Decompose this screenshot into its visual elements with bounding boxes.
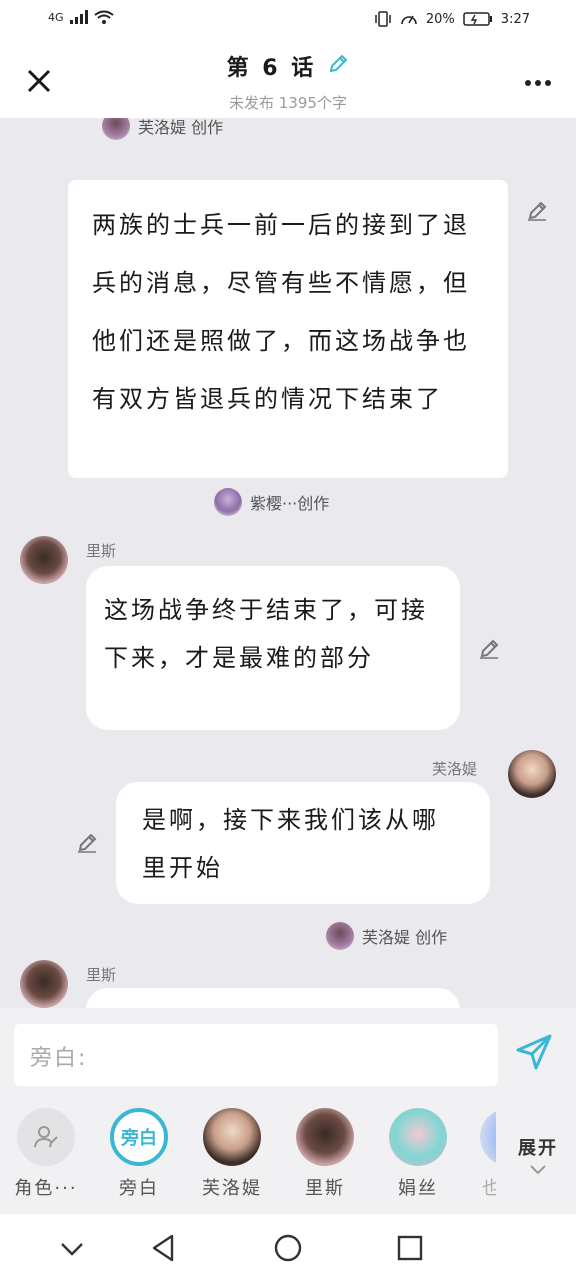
message-bubble[interactable] — [86, 988, 460, 1008]
credit-line: 紫樱···创作 — [214, 488, 329, 516]
more-button[interactable] — [524, 68, 552, 93]
home-circle-icon — [274, 1234, 302, 1262]
avatar — [214, 488, 242, 516]
edit-title-button[interactable] — [327, 53, 349, 79]
vibrate-icon — [375, 11, 391, 27]
status-right: 20% 3:27 — [374, 11, 530, 27]
credit-text: 紫樱···创作 — [250, 494, 330, 513]
recents-square-icon — [397, 1235, 423, 1261]
role-selector: 角色··· 旁白 旁白 芙洛媞 里斯 娟丝 也 — [0, 1104, 500, 1214]
signal-icon — [69, 10, 88, 24]
title-area: 第 6 话 — [0, 50, 576, 82]
pencil-icon — [78, 833, 97, 853]
nav-recents-button[interactable] — [394, 1232, 426, 1264]
sender-name: 芙洛媞 — [432, 760, 478, 778]
credit-text: 芙洛媞 创作 — [138, 118, 224, 137]
battery-percent: 20% — [425, 11, 455, 27]
send-icon — [516, 1034, 552, 1070]
message-text: 这场战争终于结束了，可接下来，才是最难的部分 — [104, 596, 428, 672]
edit-message-button[interactable] — [76, 832, 98, 858]
clock: 3:27 — [500, 11, 530, 27]
role-avatar — [480, 1108, 496, 1166]
message-bubble[interactable]: 这场战争终于结束了，可接下来，才是最难的部分 — [86, 566, 460, 730]
message-text: 是啊，接下来我们该从哪里开始 — [142, 806, 439, 882]
network-type: 4G — [48, 10, 64, 24]
role-label: 角色··· — [14, 1178, 78, 1199]
chat-area[interactable]: 芙洛媞 创作 两族的士兵一前一后的接到了退兵的消息，尽管有些不情愿，但他们还是照… — [0, 118, 576, 1008]
nav-home-button[interactable] — [272, 1232, 304, 1264]
role-label: 娟丝 — [398, 1178, 438, 1199]
expand-label: 展开 — [518, 1138, 558, 1159]
narration-badge: 旁白 — [121, 1128, 157, 1149]
chapter-subtitle: 未发布 1395个字 — [229, 94, 347, 112]
speed-icon — [401, 15, 417, 25]
role-label: 里斯 — [305, 1178, 345, 1199]
composer: 旁白: 角色··· 旁白 旁白 芙洛媞 里斯 娟丝 也 展开 — [0, 1008, 576, 1214]
add-role-icon — [34, 1126, 58, 1148]
credit-text: 芙洛媞 创作 — [362, 928, 448, 947]
nav-hide-button[interactable] — [56, 1232, 88, 1264]
role-item-narration[interactable]: 旁白 旁白 — [101, 1104, 177, 1200]
avatar-lisi[interactable] — [20, 960, 68, 1008]
role-avatar — [203, 1108, 261, 1166]
message-input[interactable]: 旁白: — [14, 1024, 498, 1086]
role-avatar: 旁白 — [110, 1108, 168, 1166]
avatar-lisi[interactable] — [20, 536, 68, 584]
role-label: 旁白 — [119, 1178, 159, 1199]
header: 第 6 话 未发布 1395个字 — [0, 42, 576, 118]
chevron-down-icon — [530, 1165, 546, 1175]
sender-name: 里斯 — [86, 542, 117, 560]
pencil-icon — [330, 54, 348, 73]
role-item-lisi[interactable]: 里斯 — [287, 1104, 363, 1200]
role-avatar — [389, 1108, 447, 1166]
status-bar: 4G 20% 3:27 — [0, 0, 576, 42]
avatar — [326, 922, 354, 950]
narration-bubble[interactable]: 两族的士兵一前一后的接到了退兵的消息，尽管有些不情愿，但他们还是照做了，而这场战… — [68, 180, 508, 478]
credit-line: 芙洛媞 创作 — [102, 118, 223, 140]
status-left: 4G — [48, 10, 114, 24]
narration-text: 两族的士兵一前一后的接到了退兵的消息，尽管有些不情愿，但他们还是照做了，而这场战… — [92, 211, 470, 413]
send-button[interactable] — [514, 1032, 556, 1074]
role-avatar — [17, 1108, 75, 1166]
input-placeholder: 旁白: — [30, 1046, 88, 1071]
pencil-icon — [480, 639, 499, 659]
battery-icon — [463, 12, 492, 26]
pencil-icon — [528, 201, 547, 221]
role-label: 也 — [482, 1178, 496, 1199]
nav-back-button[interactable] — [148, 1232, 180, 1264]
credit-line: 芙洛媞 创作 — [326, 922, 447, 950]
edit-message-button[interactable] — [478, 638, 500, 664]
avatar-fuluoti[interactable] — [508, 750, 556, 798]
sender-name: 里斯 — [86, 966, 117, 984]
wifi-icon — [93, 10, 114, 24]
avatar — [102, 118, 130, 140]
role-item-fuluoti[interactable]: 芙洛媞 — [194, 1104, 270, 1200]
role-label: 芙洛媞 — [202, 1178, 262, 1199]
message-bubble[interactable]: 是啊，接下来我们该从哪里开始 — [116, 782, 490, 904]
role-item-juansi[interactable]: 娟丝 — [380, 1104, 456, 1200]
back-triangle-icon — [152, 1234, 174, 1262]
chevron-down-icon — [61, 1243, 83, 1256]
expand-button[interactable]: 展开 — [510, 1134, 566, 1181]
more-icon — [525, 80, 551, 86]
role-item-add[interactable]: 角色··· — [8, 1104, 84, 1200]
chapter-title: 第 6 话 — [226, 56, 317, 81]
system-nav-bar — [0, 1214, 576, 1280]
role-avatar — [296, 1108, 354, 1166]
role-item-partial[interactable]: 也 — [460, 1104, 496, 1200]
edit-message-button[interactable] — [526, 200, 548, 226]
